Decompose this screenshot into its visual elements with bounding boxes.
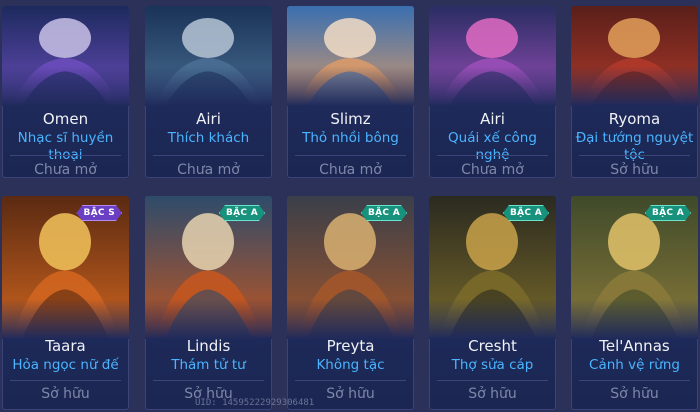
skin-name: Thỏ nhồi bông	[302, 130, 399, 146]
skin-art	[429, 6, 556, 106]
skin-name: Thích khách	[167, 130, 250, 146]
tier-badge: BẬC A	[645, 205, 691, 221]
ownership-status: Chưa mở	[461, 162, 524, 178]
ownership-status: Chưa mở	[319, 162, 382, 178]
skin-name: Không tặc	[316, 357, 385, 373]
skin-card[interactable]: Airi Quái xế công nghệ Chưa mở	[429, 6, 556, 178]
hero-name: Airi	[196, 110, 221, 128]
skin-card[interactable]: Slimz Thỏ nhồi bông Chưa mở	[287, 6, 414, 178]
skin-name: Đại tướng nguyệt tộc	[575, 130, 694, 163]
hero-name: Tel'Annas	[599, 337, 670, 355]
hero-name: Slimz	[330, 110, 371, 128]
divider	[153, 155, 264, 156]
hero-name: Ryoma	[608, 110, 661, 128]
ownership-status: Sở hữu	[610, 386, 659, 402]
hero-name: Cresht	[468, 337, 517, 355]
skin-name: Thợ sửa cáp	[451, 357, 534, 373]
skin-card[interactable]: BẬC A Preyta Không tặc Sở hữu	[287, 196, 414, 410]
skin-card[interactable]: Airi Thích khách Chưa mở	[145, 6, 272, 178]
divider	[10, 380, 121, 381]
divider	[153, 380, 264, 381]
skin-card[interactable]: BẬC A Cresht Thợ sửa cáp Sở hữu	[429, 196, 556, 410]
skin-art	[145, 6, 272, 106]
skin-grid: Omen Nhạc sĩ huyền thoại Chưa mở Airi Thích …	[0, 0, 700, 412]
divider	[10, 155, 121, 156]
ownership-status: Sở hữu	[610, 162, 659, 178]
tier-badge: BẬC A	[361, 205, 407, 221]
hero-name: Preyta	[326, 337, 375, 355]
ownership-status: Chưa mở	[34, 162, 97, 178]
divider	[437, 155, 548, 156]
skin-card[interactable]: BẬC A Tel'Annas Cảnh vệ rừng Sở hữu	[571, 196, 698, 410]
skin-card[interactable]: Ryoma Đại tướng nguyệt tộc Sở hữu	[571, 6, 698, 178]
divider	[437, 380, 548, 381]
skin-art	[571, 6, 698, 106]
tier-badge: BẬC A	[503, 205, 549, 221]
divider	[295, 155, 406, 156]
divider	[579, 155, 690, 156]
hero-name: Airi	[480, 110, 505, 128]
skin-name: Nhạc sĩ huyền thoại	[17, 130, 114, 163]
hero-name: Taara	[45, 337, 86, 355]
skin-art	[287, 6, 414, 106]
divider	[295, 380, 406, 381]
skin-card[interactable]: BẬC A Lindis Thám tử tư Sở hữu	[145, 196, 272, 410]
skin-name: Quái xế công nghệ	[448, 130, 537, 163]
skin-card[interactable]: BẬC S Taara Hỏa ngọc nữ đế Sở hữu	[2, 196, 129, 410]
ownership-status: Sở hữu	[41, 386, 90, 402]
uid-watermark: UID: 14595222929306481	[195, 398, 315, 408]
ownership-status: Sở hữu	[468, 386, 517, 402]
hero-name: Lindis	[186, 337, 231, 355]
tier-badge: BẬC S	[76, 205, 122, 221]
skin-name: Thám tử tư	[171, 357, 246, 373]
skin-card[interactable]: Omen Nhạc sĩ huyền thoại Chưa mở	[2, 6, 129, 178]
tier-badge: BẬC A	[219, 205, 265, 221]
ownership-status: Chưa mở	[177, 162, 240, 178]
skin-name: Cảnh vệ rừng	[589, 357, 680, 373]
divider	[579, 380, 690, 381]
skin-name: Hỏa ngọc nữ đế	[12, 357, 119, 373]
hero-name: Omen	[42, 110, 89, 128]
skin-art	[2, 6, 129, 106]
